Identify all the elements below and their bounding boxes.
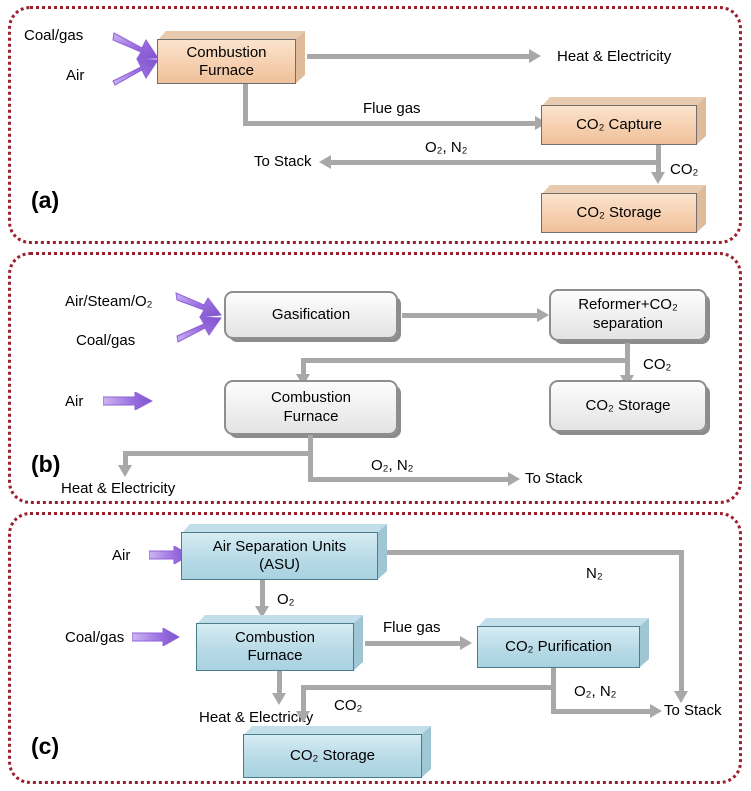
box-label: Reformer+CO₂ separation: [578, 296, 678, 332]
panel-a-label-heat-electricity: Heat & Electricity: [557, 48, 672, 65]
line-o2-n2-to-stack: [331, 160, 661, 165]
panel-a-label-flue-gas: Flue gas: [363, 100, 421, 117]
arrowhead-heat-electricity: [272, 693, 286, 705]
arrowhead-to-stack: [319, 155, 331, 169]
arrowhead-to-stack: [508, 472, 520, 486]
feed-arrow-air-icon: [103, 392, 153, 410]
box-label: CO₂ Storage: [585, 396, 671, 414]
line-heat-branch: [123, 451, 311, 456]
arrowhead-heat-electricity: [118, 465, 132, 477]
panel-a-input-air: Air: [66, 67, 85, 84]
line-o2-n2-to-stack: [308, 477, 508, 482]
figure-canvas: (a) Coal/gas Air Combustion Furnace Heat…: [0, 0, 751, 791]
box-side-bevel: [353, 615, 363, 671]
panel-b-label-co2: CO₂: [643, 356, 672, 373]
panel-b-label-to-stack: To Stack: [525, 470, 583, 487]
line-gasification-to-reformer: [402, 313, 537, 318]
line-purification-down: [551, 668, 556, 714]
box-face: Combustion Furnace: [196, 623, 354, 671]
box-face: Air Separation Units (ASU): [181, 532, 378, 580]
arrowhead-o2-n2-to-stack: [650, 704, 662, 718]
line-co2-down: [301, 685, 306, 713]
box-co2-storage[interactable]: CO₂ Storage: [549, 380, 707, 432]
box-gasification[interactable]: Gasification: [224, 291, 398, 339]
panel-c-input-air: Air: [112, 547, 131, 564]
box-co2-purification[interactable]: CO₂ Purification: [477, 618, 649, 668]
panel-c-label-o2-n2: O₂, N₂: [574, 683, 617, 700]
box-reformer-co2-separation[interactable]: Reformer+CO₂ separation: [549, 289, 707, 341]
panel-c-label-o2: O₂: [277, 591, 295, 608]
line-flue-gas: [365, 641, 460, 646]
panel-b-label-heat-electricity: Heat & Electricity: [61, 480, 176, 497]
panel-b-input-coal-gas: Coal/gas: [76, 332, 136, 349]
panel-a-label-o2-n2: O₂, N₂: [425, 139, 468, 156]
feed-arrow-air-icon: [112, 58, 159, 86]
line-heat-down: [277, 671, 282, 695]
box-co2-storage[interactable]: CO₂ Storage: [243, 726, 431, 778]
panel-a-label: (a): [31, 187, 60, 213]
box-side-bevel: [377, 524, 387, 580]
arrowhead-co2-storage: [296, 711, 310, 723]
box-face: CO₂ Storage: [243, 734, 422, 778]
panel-b-label: (b): [31, 451, 61, 477]
panel-c: (c) Air Coal/gas Air Separation Units (AS…: [8, 512, 742, 784]
line-furnace-down: [308, 435, 313, 481]
line-n2-right: [387, 550, 684, 555]
panel-a-input-coal-gas: Coal/gas: [24, 27, 84, 44]
panel-a-label-co2: CO₂: [670, 161, 699, 178]
panel-c-label-to-stack: To Stack: [664, 702, 722, 719]
line-n2-down: [679, 550, 684, 694]
panel-c-label: (c): [31, 733, 60, 759]
box-co2-storage[interactable]: CO₂ Storage: [541, 185, 706, 233]
line-furnace-to-heat: [307, 54, 529, 59]
panel-c-label-flue-gas: Flue gas: [383, 619, 441, 636]
panel-b-label-o2-n2: O₂, N₂: [371, 457, 414, 474]
box-face: CO₂ Capture: [541, 105, 697, 145]
box-side-bevel: [421, 726, 431, 778]
box-label: Gasification: [271, 305, 351, 323]
arrowhead-co2-purification: [460, 636, 472, 650]
feed-arrow-coal-gas-icon: [132, 628, 180, 646]
line-syngas-to-furnace: [301, 358, 627, 363]
box-side-bevel: [295, 31, 305, 84]
box-face: Combustion Furnace: [157, 39, 296, 84]
feed-arrow-coal-gas-icon: [176, 316, 222, 343]
line-o2-down: [260, 580, 265, 608]
box-combustion-furnace[interactable]: Combustion Furnace: [196, 615, 363, 671]
box-face: CO₂ Storage: [541, 193, 697, 233]
line-o2-n2-to-stack: [551, 709, 650, 714]
box-label: Combustion Furnace: [270, 388, 352, 425]
panel-a-label-to-stack: To Stack: [254, 153, 312, 170]
panel-c-label-co2: CO₂: [334, 697, 363, 714]
box-combustion-furnace[interactable]: Combustion Furnace: [157, 31, 305, 84]
arrowhead-heat-electricity: [529, 49, 541, 63]
box-co2-capture[interactable]: CO₂ Capture: [541, 97, 706, 145]
arrowhead-co2-storage: [651, 172, 665, 184]
panel-c-input-coal-gas: Coal/gas: [65, 629, 125, 646]
line-flue-gas: [243, 121, 535, 126]
line-co2-branch: [301, 685, 554, 690]
box-combustion-furnace[interactable]: Combustion Furnace: [224, 380, 398, 435]
panel-b: (b) Air/Steam/O₂ Coal/gas Air Gasificati…: [8, 252, 742, 504]
line-furnace-down: [243, 84, 248, 126]
box-face: CO₂ Purification: [477, 626, 640, 668]
panel-a: (a) Coal/gas Air Combustion Furnace Heat…: [8, 6, 742, 244]
panel-b-input-air: Air: [65, 393, 84, 410]
line-co2-to-storage: [656, 145, 661, 173]
panel-b-input-air-steam-o2: Air/Steam/O₂: [65, 293, 153, 310]
box-air-separation-units[interactable]: Air Separation Units (ASU): [181, 524, 387, 580]
arrowhead-reformer: [537, 308, 549, 322]
panel-c-label-n2: N₂: [586, 565, 603, 582]
